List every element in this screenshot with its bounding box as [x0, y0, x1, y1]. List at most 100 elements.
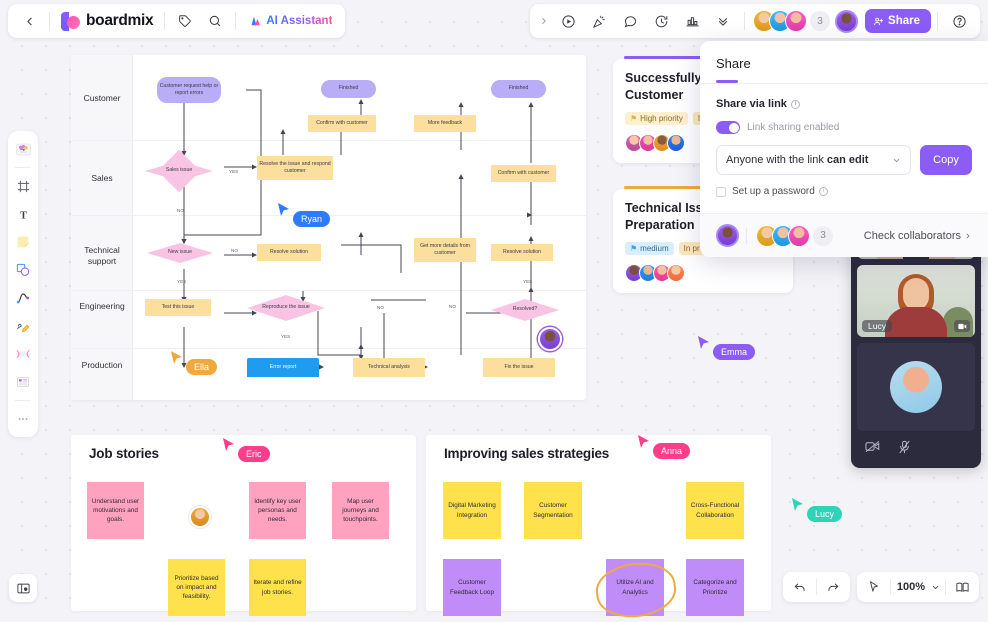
- flow-node[interactable]: Error report: [247, 358, 319, 377]
- cursor-label: Lucy: [807, 506, 843, 522]
- flow-node[interactable]: Get more details from customer: [414, 238, 476, 262]
- edge-label: YES: [281, 334, 291, 339]
- collaborator-avatars: 3: [753, 10, 831, 32]
- left-toolbar: T: [8, 131, 38, 437]
- info-circle-icon[interactable]: i: [818, 187, 828, 196]
- brand-logo[interactable]: boardmix: [55, 11, 159, 31]
- sticky-note[interactable]: Cross-Functional Collaboration: [686, 482, 744, 539]
- sticky-note-icon[interactable]: [10, 229, 36, 255]
- top-right-toolbar: 3 Share: [530, 4, 980, 38]
- more-icon[interactable]: [10, 406, 36, 432]
- flow-node[interactable]: Confirm with customer: [308, 115, 376, 132]
- sticky-note[interactable]: Prioritize based on impact and feasibili…: [168, 559, 225, 616]
- zoom-level[interactable]: 100%: [894, 581, 928, 593]
- tag-high-priority[interactable]: ⚑ High priority: [625, 111, 688, 125]
- avatar[interactable]: [667, 133, 685, 152]
- swimlane-flowchart-frame[interactable]: Customer Sales Technical support Enginee…: [71, 55, 586, 400]
- expand-toolbar-icon[interactable]: [536, 6, 552, 36]
- link-sharing-toggle[interactable]: [716, 121, 740, 134]
- cursor-pointer-icon[interactable]: [861, 574, 887, 600]
- cursor-arrow-icon: [223, 438, 234, 451]
- sticky-note[interactable]: Customer Feedback Loop: [443, 559, 501, 616]
- collaborator-count[interactable]: 3: [810, 11, 831, 31]
- timer-icon[interactable]: [646, 6, 676, 36]
- ai-assistant-button[interactable]: AI Assistant: [241, 9, 339, 33]
- sticky-note[interactable]: Digital Marketing Integration: [443, 482, 501, 539]
- boardmix-logo-icon: [61, 11, 80, 31]
- video-tile[interactable]: Lucy: [857, 265, 975, 337]
- back-icon[interactable]: [14, 6, 44, 36]
- edge-label: NO: [377, 305, 384, 310]
- flow-node[interactable]: Resolve solution: [491, 244, 553, 261]
- cursor-label: Ryan: [293, 211, 331, 227]
- help-circle-icon[interactable]: [944, 6, 974, 36]
- avatar[interactable]: [189, 506, 211, 528]
- info-circle-icon[interactable]: i: [790, 99, 800, 109]
- sticky-note[interactable]: Understand user motivations and goals.: [87, 482, 144, 539]
- copy-link-button[interactable]: Copy: [920, 145, 972, 175]
- current-user-avatar[interactable]: [716, 224, 739, 247]
- flow-node[interactable]: Finished: [491, 80, 546, 98]
- camera-off-icon[interactable]: [865, 440, 880, 459]
- tag-icon[interactable]: [170, 6, 200, 36]
- flow-node[interactable]: Technical analysis: [353, 358, 425, 377]
- avatar[interactable]: [667, 263, 685, 282]
- frame-icon[interactable]: [10, 173, 36, 199]
- edge-label: NO: [231, 248, 238, 253]
- party-popper-icon[interactable]: [584, 6, 614, 36]
- flow-node[interactable]: Resolve solution: [257, 244, 321, 261]
- flow-node[interactable]: Fix the issue: [483, 358, 555, 377]
- vote-chart-icon[interactable]: [677, 6, 707, 36]
- frame-sales-strategies[interactable]: Improving sales strategies Digital Marke…: [426, 435, 771, 622]
- canvas-user-marker[interactable]: [538, 327, 562, 351]
- image-icon[interactable]: [10, 341, 36, 367]
- avatar[interactable]: [788, 224, 810, 247]
- password-checkbox[interactable]: [716, 186, 726, 197]
- undo-icon[interactable]: [787, 574, 813, 600]
- permission-select[interactable]: Anyone with the link can edit: [716, 145, 911, 175]
- comment-panel-button[interactable]: [9, 574, 37, 602]
- shape-icon[interactable]: [10, 257, 36, 283]
- tab-share[interactable]: Share: [716, 56, 751, 80]
- pen-icon[interactable]: [10, 313, 36, 339]
- share-panel[interactable]: Share Share via link i Link sharing enab…: [700, 41, 988, 257]
- present-icon[interactable]: [553, 6, 583, 36]
- video-tile-self[interactable]: [857, 343, 975, 431]
- redo-icon[interactable]: [820, 574, 846, 600]
- flow-node[interactable]: Test this issue: [145, 299, 211, 316]
- chevron-down-icon[interactable]: [928, 574, 942, 600]
- flag-icon: ⚑: [630, 113, 638, 123]
- current-user-avatar[interactable]: [835, 9, 859, 33]
- text-icon[interactable]: T: [10, 201, 36, 227]
- flow-node[interactable]: Confirm with customer: [491, 165, 556, 182]
- collaborator-count: 3: [813, 225, 833, 246]
- footer-avatars: 3: [716, 224, 833, 247]
- search-icon[interactable]: [200, 6, 230, 36]
- lane-label: Customer: [83, 93, 121, 103]
- share-panel-header: Share: [700, 41, 988, 83]
- share-button[interactable]: Share: [865, 9, 931, 33]
- flow-node[interactable]: More feedback: [414, 115, 476, 132]
- avatar[interactable]: [785, 10, 808, 32]
- comment-bubble-icon[interactable]: [615, 6, 645, 36]
- sticky-note[interactable]: Iterate and refine job stories.: [249, 559, 306, 616]
- more-tools-icon[interactable]: [708, 6, 738, 36]
- templates-icon[interactable]: [10, 136, 36, 162]
- sticky-note[interactable]: Customer Segmentation: [524, 482, 582, 539]
- mic-off-icon[interactable]: [898, 440, 911, 459]
- table-icon[interactable]: [10, 369, 36, 395]
- check-collaborators-link[interactable]: Check collaborators: [864, 230, 972, 242]
- sticky-note[interactable]: Utilize AI and Analytics: [606, 559, 664, 616]
- sticky-note[interactable]: Categorize and Prioritize: [686, 559, 744, 616]
- flow-node[interactable]: Finished: [321, 80, 376, 98]
- sticky-note[interactable]: Map user journeys and touchpoints.: [332, 482, 389, 539]
- camera-icon[interactable]: [954, 320, 970, 332]
- tag-medium[interactable]: ⚑ medium: [625, 241, 674, 255]
- connector-icon[interactable]: [10, 285, 36, 311]
- divider: [49, 12, 50, 30]
- flow-node[interactable]: Customer request help or report errors: [157, 77, 221, 103]
- svg-text:T: T: [20, 210, 27, 221]
- flow-node[interactable]: Resolve the issue and respond customer: [257, 156, 333, 180]
- fit-view-icon[interactable]: [949, 574, 975, 600]
- sticky-note[interactable]: Identify key user personas and needs.: [249, 482, 306, 539]
